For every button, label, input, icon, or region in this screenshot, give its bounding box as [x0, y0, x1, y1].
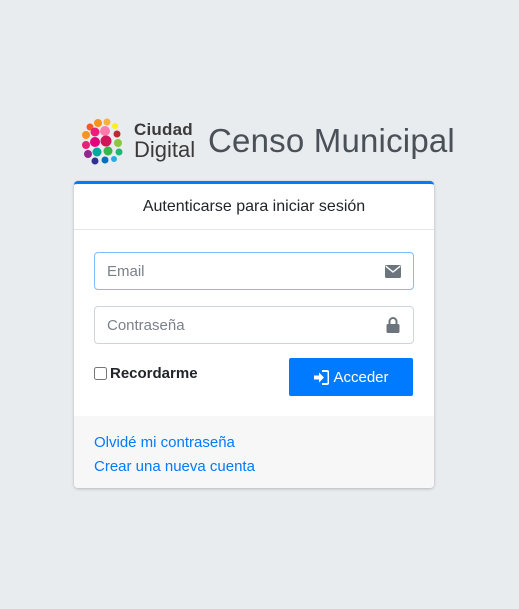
password-input[interactable]: [95, 307, 373, 343]
remember-label: Recordarme: [110, 365, 198, 382]
forgot-password-link[interactable]: Olvidé mi contraseña: [94, 431, 434, 455]
brand-header: Ciudad Digital Censo Municipal: [80, 115, 455, 167]
lock-icon: [373, 317, 413, 333]
app-title: Censo Municipal: [208, 122, 455, 159]
logo-text-top: Ciudad: [134, 120, 193, 139]
register-link[interactable]: Crear una nueva cuenta: [94, 455, 434, 479]
submit-button[interactable]: Acceder: [289, 358, 413, 396]
submit-label: Acceder: [333, 368, 389, 386]
password-field: [94, 306, 414, 344]
email-field: [94, 252, 414, 290]
login-card: Autenticarse para iniciar sesión Recorda…: [74, 181, 434, 488]
envelope-icon: [373, 264, 413, 278]
dots-logo-icon: [82, 118, 123, 165]
sign-in-icon: [314, 369, 330, 385]
login-heading: Autenticarse para iniciar sesión: [142, 197, 366, 215]
login-card-header: Autenticarse para iniciar sesión: [74, 184, 434, 230]
logo-text-bottom: Digital: [134, 137, 196, 162]
remember-checkbox[interactable]: [94, 367, 107, 380]
ciudad-digital-logo: Ciudad Digital: [80, 115, 198, 167]
login-card-footer: Olvidé mi contraseña Crear una nueva cue…: [74, 416, 434, 488]
remember-me[interactable]: Recordarme: [94, 365, 198, 382]
email-input[interactable]: [95, 253, 373, 289]
